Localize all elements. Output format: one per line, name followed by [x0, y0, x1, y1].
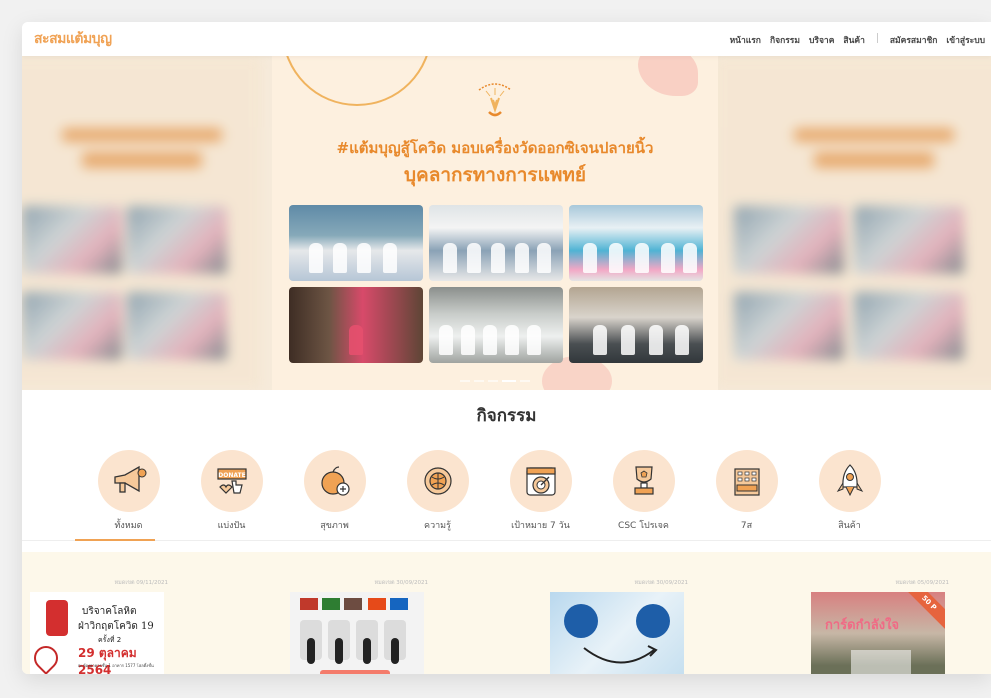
category-tab-7s[interactable]: 7ส [695, 450, 798, 532]
activity-card[interactable]: หมดเขต 05/09/2021 50 P การ์ดกำลังใจ [811, 552, 949, 674]
slide-photo [429, 205, 563, 281]
register-link[interactable]: สมัครสมาชิก [890, 33, 938, 47]
megaphone-icon [113, 465, 146, 493]
trophy-icon [633, 466, 654, 495]
points-badge: 50 P [902, 592, 945, 630]
slide-photo [289, 205, 423, 281]
nav-divider [876, 33, 878, 43]
activity-section-title: กิจกรรม [476, 406, 537, 426]
carousel-dot[interactable] [488, 380, 498, 382]
arrow-icon [583, 645, 658, 664]
category-tab-csc-project[interactable]: CSC โปรเจค [592, 450, 695, 532]
card-deadline: หมดเขต 30/09/2021 [374, 580, 428, 586]
activity-category-tabs: ทั้งหมด DONATE แบ่งปัน สุขภาพ ความรู้ เป… [77, 450, 937, 532]
current-slide[interactable]: #แต้มบุญสู้โควิด มอบเครื่องวัดออกซิเจนปล… [272, 56, 718, 390]
nav-home[interactable]: หน้าแรก [730, 33, 761, 47]
slide-photo [569, 205, 703, 281]
category-tab-knowledge[interactable]: ความรู้ [386, 450, 489, 532]
section-divider [22, 540, 991, 541]
site-logo[interactable]: สะสมแต้มบุญ [34, 28, 112, 50]
card-deadline: หมดเขต 05/09/2021 [895, 580, 949, 586]
card-title: การ์ดกำลังใจ [825, 618, 900, 633]
carousel-dot[interactable] [460, 380, 470, 382]
category-tab-products[interactable]: สินค้า [798, 450, 901, 532]
activity-card-list: หมดเขต 09/11/2021 บริจาคโลหิต ฝ่าวิกฤตโค… [22, 552, 991, 674]
card-image[interactable] [290, 592, 424, 674]
nav-products[interactable]: สินค้า [843, 33, 864, 47]
protective-suit-icon [636, 604, 670, 638]
nav-donate[interactable]: บริจาค [809, 33, 834, 47]
gloves-icon [564, 604, 598, 638]
slide-photo [429, 287, 563, 363]
login-link[interactable]: เข้าสู่ระบบ [946, 33, 985, 47]
target-icon [525, 467, 556, 496]
category-tab-all[interactable]: ทั้งหมด [77, 450, 180, 532]
activity-card[interactable]: หมดเขต 30/09/2021 [550, 552, 688, 674]
category-tab-share[interactable]: DONATE แบ่งปัน [180, 450, 283, 532]
card-image[interactable] [550, 592, 684, 674]
svg-text:DONATE: DONATE [218, 472, 245, 479]
donate-icon: DONATE [216, 468, 247, 494]
browser-page: สะสมแต้มบุญ หน้าแรก กิจกรรม บริจาค สินค้… [22, 22, 991, 674]
nav-activity[interactable]: กิจกรรม [770, 33, 800, 47]
card-deadline: หมดเขต 09/11/2021 [114, 580, 168, 586]
card-deadline: หมดเขต 30/09/2021 [634, 580, 688, 586]
carousel-dot-active[interactable] [502, 380, 516, 382]
slide-photo-grid [289, 205, 703, 363]
slide-photo [569, 287, 703, 363]
card-image[interactable]: บริจาคโลหิต ฝ่าวิกฤตโควิด 19 ครั้งที่ 2 … [30, 592, 164, 674]
activity-card[interactable]: หมดเขต 09/11/2021 บริจาคโลหิต ฝ่าวิกฤตโค… [30, 552, 168, 674]
heart-icon [30, 641, 63, 674]
top-navbar: สะสมแต้มบุญ หน้าแรก กิจกรรม บริจาค สินค้… [22, 22, 991, 56]
carousel-dot[interactable] [474, 380, 484, 382]
praying-hands-logo-icon [478, 83, 512, 117]
prev-slide-preview[interactable] [22, 56, 262, 390]
health-icon [320, 466, 350, 496]
slide-subheadline: บุคลากรทางการแพทย์ [403, 164, 587, 186]
main-nav: หน้าแรก กิจกรรม บริจาค สินค้า สมัครสมาชิ… [730, 33, 985, 47]
activity-card[interactable]: หมดเขต 30/09/2021 [290, 552, 428, 674]
carousel-dot[interactable] [520, 380, 530, 382]
brain-icon [423, 467, 452, 495]
building-icon [733, 468, 760, 496]
card-image[interactable]: 50 P การ์ดกำลังใจ [811, 592, 945, 674]
rocket-icon [836, 464, 863, 497]
category-tab-health[interactable]: สุขภาพ [283, 450, 386, 532]
category-tab-7day-goal[interactable]: เป้าหมาย 7 วัน [489, 450, 592, 532]
blood-bag-icon [46, 600, 68, 636]
active-tab-indicator [75, 539, 155, 541]
slide-headline: #แต้มบุญสู้โควิด มอบเครื่องวัดออกซิเจนปล… [336, 139, 654, 157]
slide-photo [289, 287, 423, 363]
carousel-indicators [272, 380, 718, 382]
next-slide-preview[interactable] [714, 56, 991, 390]
hero-carousel[interactable]: #แต้มบุญสู้โควิด มอบเครื่องวัดออกซิเจนปล… [22, 56, 991, 390]
